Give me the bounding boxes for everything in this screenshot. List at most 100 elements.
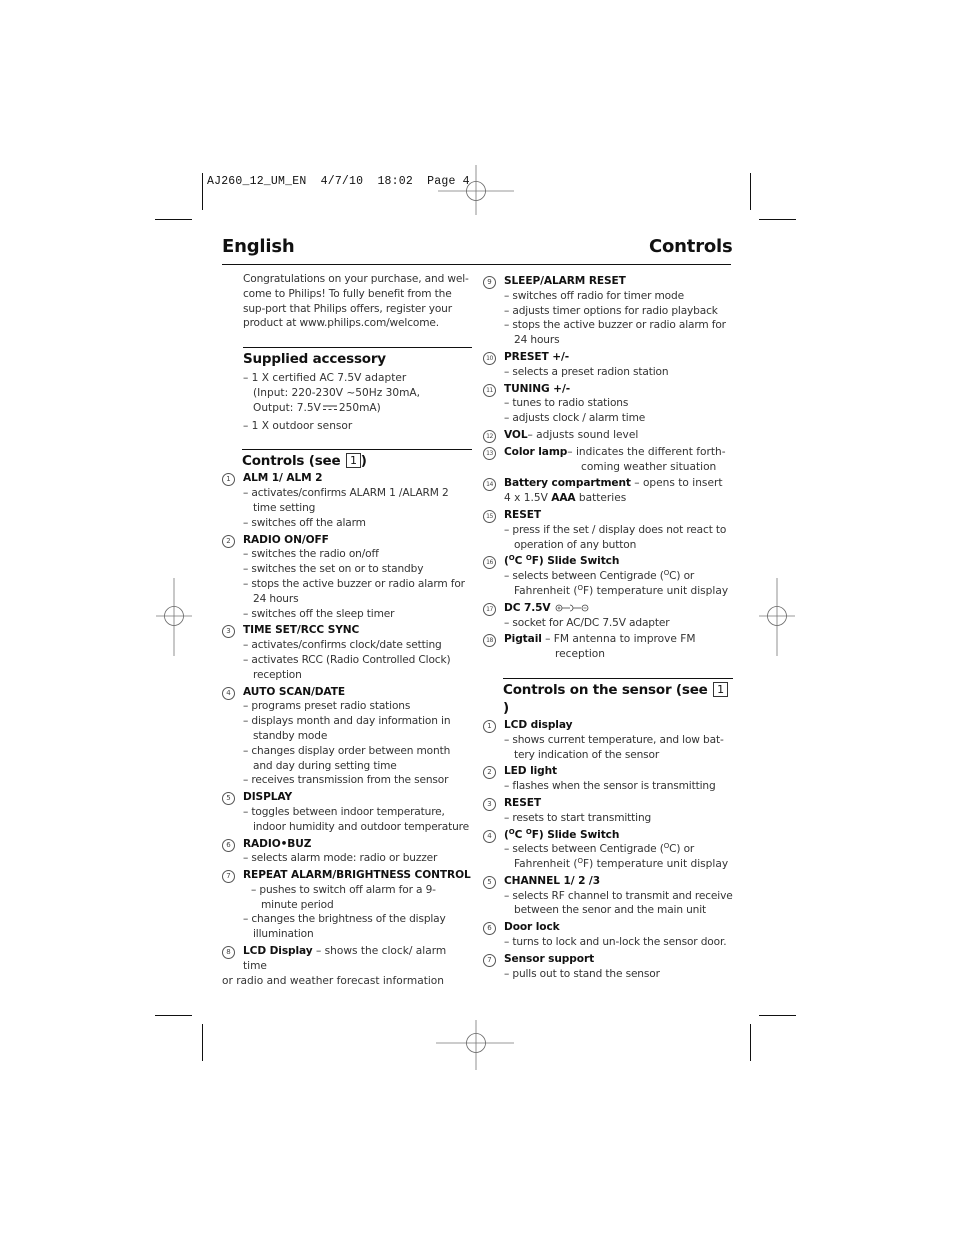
bullet-part: Fahrenheit (: [514, 858, 578, 871]
item-heading: Sensor support: [504, 952, 733, 967]
item-heading: RADIO ON/OFF: [243, 533, 472, 548]
left-column: Congratulations on your purchase, and we…: [222, 272, 472, 988]
item-bullet: – receives transmission from the sensor: [243, 774, 449, 787]
crop-mark: [202, 1024, 203, 1061]
item-bullet: – switches off the sleep timer: [243, 607, 395, 620]
control-item: 18 Pigtail – FM antenna to improve FM rece…: [483, 632, 733, 662]
registration-mark-icon: [156, 578, 192, 656]
item-heading: RESET: [504, 796, 733, 811]
registration-mark-icon: [436, 1020, 514, 1070]
bullet-part: F) temperature unit display: [583, 584, 729, 597]
item-bullet: – pushes to switch off alarm for a 9-min…: [251, 883, 436, 911]
item-bullet: – pulls out to stand the sensor: [504, 967, 660, 980]
title-part: F) Slide Switch: [531, 828, 620, 841]
item-title: SLEEP/ALARM RESET: [504, 275, 626, 287]
item-bullet: – switches the set on or to standby: [243, 563, 424, 576]
dc-symbol-icon: [322, 405, 337, 410]
desc-part: batteries: [575, 492, 627, 505]
desc-part: 4 x 1.5V: [504, 492, 552, 505]
item-number-badge: 17: [483, 602, 496, 616]
control-item: 5 CHANNEL 1/ 2 /3 – selects RF channel to …: [483, 874, 733, 918]
control-item: 1 LCD display – shows current temperature,…: [483, 718, 733, 762]
item-title: Pigtail: [504, 633, 542, 646]
item-title: REPEAT ALARM/BRIGHTNESS CONTROL: [243, 869, 471, 882]
right-column: 9 SLEEP/ALARM RESET – switches off radio f…: [483, 272, 733, 981]
item-title: TUNING +/-: [504, 382, 571, 395]
item-bullet: – shows current temperature, and low bat…: [504, 733, 724, 761]
item-title: RADIO•BUZ: [243, 837, 312, 850]
item-title: LCD Display: [243, 945, 313, 958]
page-section-title: Controls: [649, 236, 733, 257]
item-title: CHANNEL 1/ 2 /3: [504, 874, 600, 887]
controls-title-text: Controls (see: [242, 453, 345, 470]
sensor-controls-list: 1 LCD display – shows current temperature,…: [483, 718, 733, 982]
item-bullet: – selects between Centigrade (OC) or: [504, 842, 733, 857]
control-item: 11 TUNING +/- – tunes to radio stations – a…: [483, 382, 733, 426]
item-description-continued: coming weather situation: [581, 460, 717, 473]
item-number-badge: 16: [483, 556, 496, 570]
item-number-badge: 1: [222, 473, 235, 487]
crop-mark: [750, 173, 751, 210]
item-number-badge: 9: [483, 276, 496, 289]
item-heading: Door lock: [504, 920, 733, 935]
control-item: 6 Door lock – turns to lock and un-lock th…: [483, 920, 733, 950]
item-number-badge: 2: [222, 534, 235, 548]
section-rule: [243, 347, 472, 349]
accessory-output: Output: 7.5V: [253, 401, 321, 414]
intro-paragraph: Congratulations on your purchase, and we…: [243, 273, 469, 330]
controls-section: Controls (see 1): [222, 449, 472, 470]
item-bullet: – flashes when the sensor is transmittin…: [504, 780, 716, 793]
figure-ref-box: 1: [713, 681, 728, 697]
item-description-continued: or radio and weather forecast informatio…: [222, 974, 444, 987]
item-number-badge: 6: [222, 838, 235, 852]
accessory-item-detail: (Input: 220-230V ~50Hz 30mA,: [253, 386, 421, 399]
control-item: 10 PRESET +/- – selects a preset radion st…: [483, 350, 733, 380]
item-heading: Battery compartment – opens to insert: [504, 476, 733, 491]
page-language-title: English: [222, 236, 295, 257]
item-title: AUTO SCAN/DATE: [243, 685, 345, 698]
item-number-badge: 4: [222, 686, 235, 700]
item-number-badge: 6: [483, 922, 496, 936]
item-bullet: – selects a preset radion station: [504, 365, 669, 378]
item-heading: (OC OF) Slide Switch: [504, 828, 733, 843]
item-heading: TUNING +/-: [504, 382, 733, 397]
item-number-badge: 13: [483, 446, 496, 460]
item-bullet: – toggles between indoor temperature, in…: [243, 805, 470, 833]
supplied-accessory-section: Supplied accessory – 1 X certified AC 7.…: [222, 347, 472, 433]
item-number-badge: 7: [483, 953, 496, 967]
control-item: 14 Battery compartment – opens to insert 4…: [483, 476, 733, 506]
item-description: – opens to insert: [630, 477, 723, 490]
sensor-title-text: Controls on the sensor (see: [503, 681, 713, 698]
item-heading: AUTO SCAN/DATE: [243, 685, 472, 700]
control-item: 5 DISPLAY – toggles between indoor tempera…: [222, 790, 472, 834]
item-number-badge: 14: [483, 478, 496, 492]
item-heading: DC 7.5V: [504, 601, 733, 616]
item-description-continued: 4 x 1.5V AAA batteries: [483, 491, 733, 506]
control-item: 16 (OC OF) Slide Switch – selects between …: [483, 554, 733, 598]
item-heading: CHANNEL 1/ 2 /3: [504, 874, 733, 889]
crop-mark: [202, 173, 203, 210]
item-number-badge: 8: [222, 946, 235, 960]
item-heading: (OC OF) Slide Switch: [504, 554, 733, 569]
item-bullet: – switches the radio on/off: [243, 548, 379, 561]
item-number-badge: 12: [483, 429, 496, 443]
item-bullet: – switches off the alarm: [243, 516, 366, 529]
item-title: Color lamp: [504, 445, 568, 458]
item-heading: DISPLAY: [243, 790, 472, 805]
item-title: RESET: [504, 508, 541, 521]
item-bullet: – tunes to radio stations: [504, 397, 629, 410]
item-number-badge: 3: [222, 625, 235, 639]
item-description: – indicates the different forth-: [567, 445, 726, 458]
control-item: 7 REPEAT ALARM/BRIGHTNESS CONTROL – pushes…: [222, 868, 472, 942]
crop-mark: [759, 219, 796, 220]
item-bullet-continued: Fahrenheit (OF) temperature unit display: [504, 584, 733, 599]
registration-mark-icon: [759, 578, 795, 656]
item-heading: Color lamp– indicates the different fort…: [504, 445, 733, 460]
item-bullet: – programs preset radio stations: [243, 700, 411, 713]
control-item: 2 LED light – flashes when the sensor is t…: [483, 764, 733, 794]
item-bullet: – socket for AC/DC 7.5V adapter: [504, 616, 670, 629]
item-bullet: – resets to start transmitting: [504, 811, 652, 824]
section-rule: [242, 449, 472, 451]
item-description: – FM antenna to improve FM: [541, 633, 696, 646]
item-bullet: – press if the set / display does not re…: [504, 523, 727, 551]
